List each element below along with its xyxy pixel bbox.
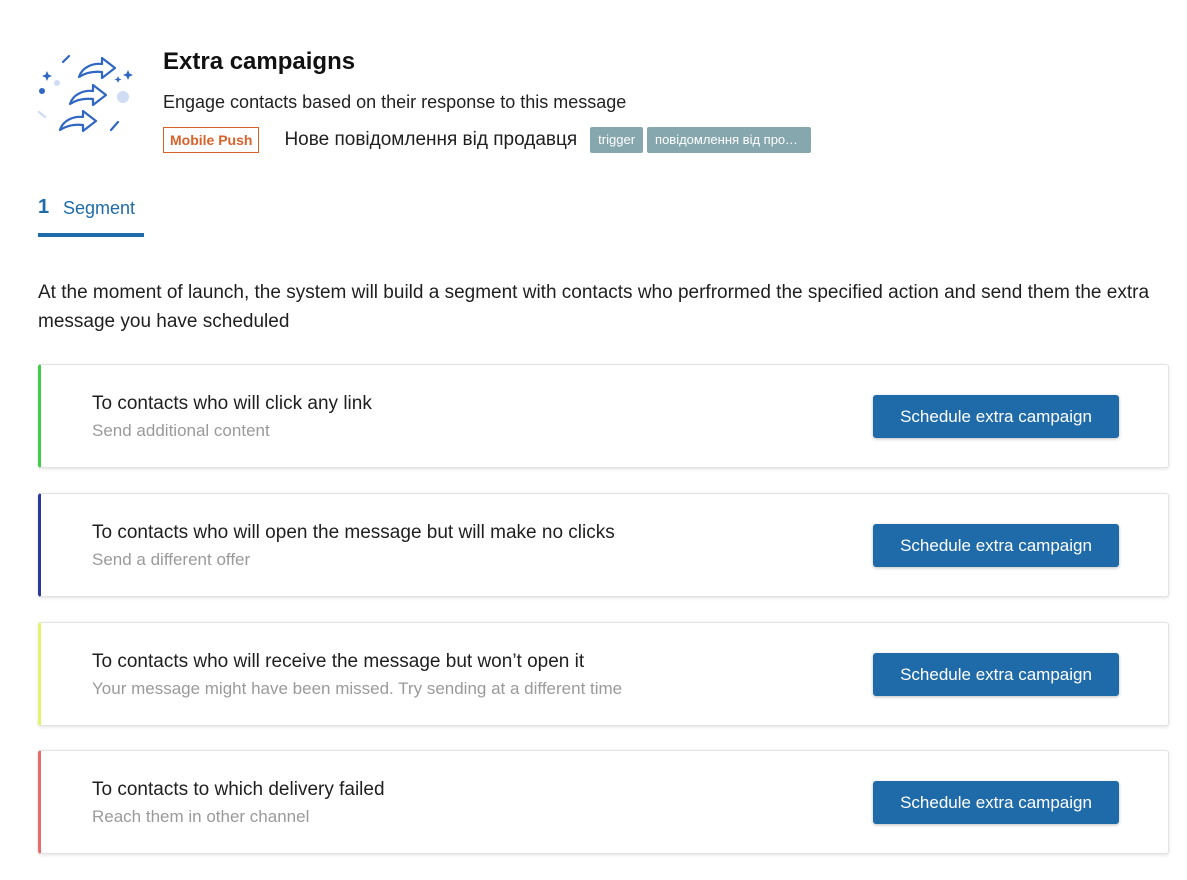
card-title: To contacts who will click any link <box>92 393 372 414</box>
card-title: To contacts who will receive the message… <box>92 651 585 672</box>
card-delivery-failed: To contacts to which delivery failed Rea… <box>38 750 1169 854</box>
card-subtitle: Your message might have been missed. Try… <box>92 679 623 698</box>
schedule-extra-campaign-button[interactable]: Schedule extra campaign <box>873 395 1119 438</box>
card-subtitle: Send additional content <box>92 421 270 440</box>
message-name: Нове повідомлення від продавця <box>284 129 578 150</box>
tag-trigger: trigger <box>590 127 644 153</box>
card-subtitle: Reach them in other channel <box>92 807 310 826</box>
schedule-extra-campaign-button[interactable]: Schedule extra campaign <box>873 524 1119 567</box>
card-received-not-opened: To contacts who will receive the message… <box>38 622 1169 726</box>
card-title: To contacts to which delivery failed <box>92 779 385 800</box>
page-header: Extra campaigns Engage contacts based on… <box>37 48 1178 160</box>
page-title: Extra campaigns <box>163 48 356 75</box>
card-title: To contacts who will open the message bu… <box>92 522 615 543</box>
card-click-any-link: To contacts who will click any link Send… <box>38 364 1169 468</box>
card-open-no-clicks: To contacts who will open the message bu… <box>38 493 1169 597</box>
forward-arrows-illustration-icon <box>37 50 138 140</box>
tab-segment[interactable]: 1 Segment <box>38 193 144 237</box>
page-subtitle: Engage contacts based on their response … <box>163 92 627 112</box>
segment-description: At the moment of launch, the system will… <box>38 282 1150 332</box>
card-subtitle: Send a different offer <box>92 550 251 569</box>
tab-label: Segment <box>63 198 136 218</box>
schedule-extra-campaign-button[interactable]: Schedule extra campaign <box>873 653 1119 696</box>
schedule-extra-campaign-button[interactable]: Schedule extra campaign <box>873 781 1119 824</box>
tab-number: 1 <box>38 196 50 218</box>
channel-badge: Mobile Push <box>163 127 260 153</box>
tag-message-name: повідомлення від прод... <box>647 127 812 153</box>
message-meta: Mobile Push Нове повідомлення від продав… <box>163 127 812 153</box>
